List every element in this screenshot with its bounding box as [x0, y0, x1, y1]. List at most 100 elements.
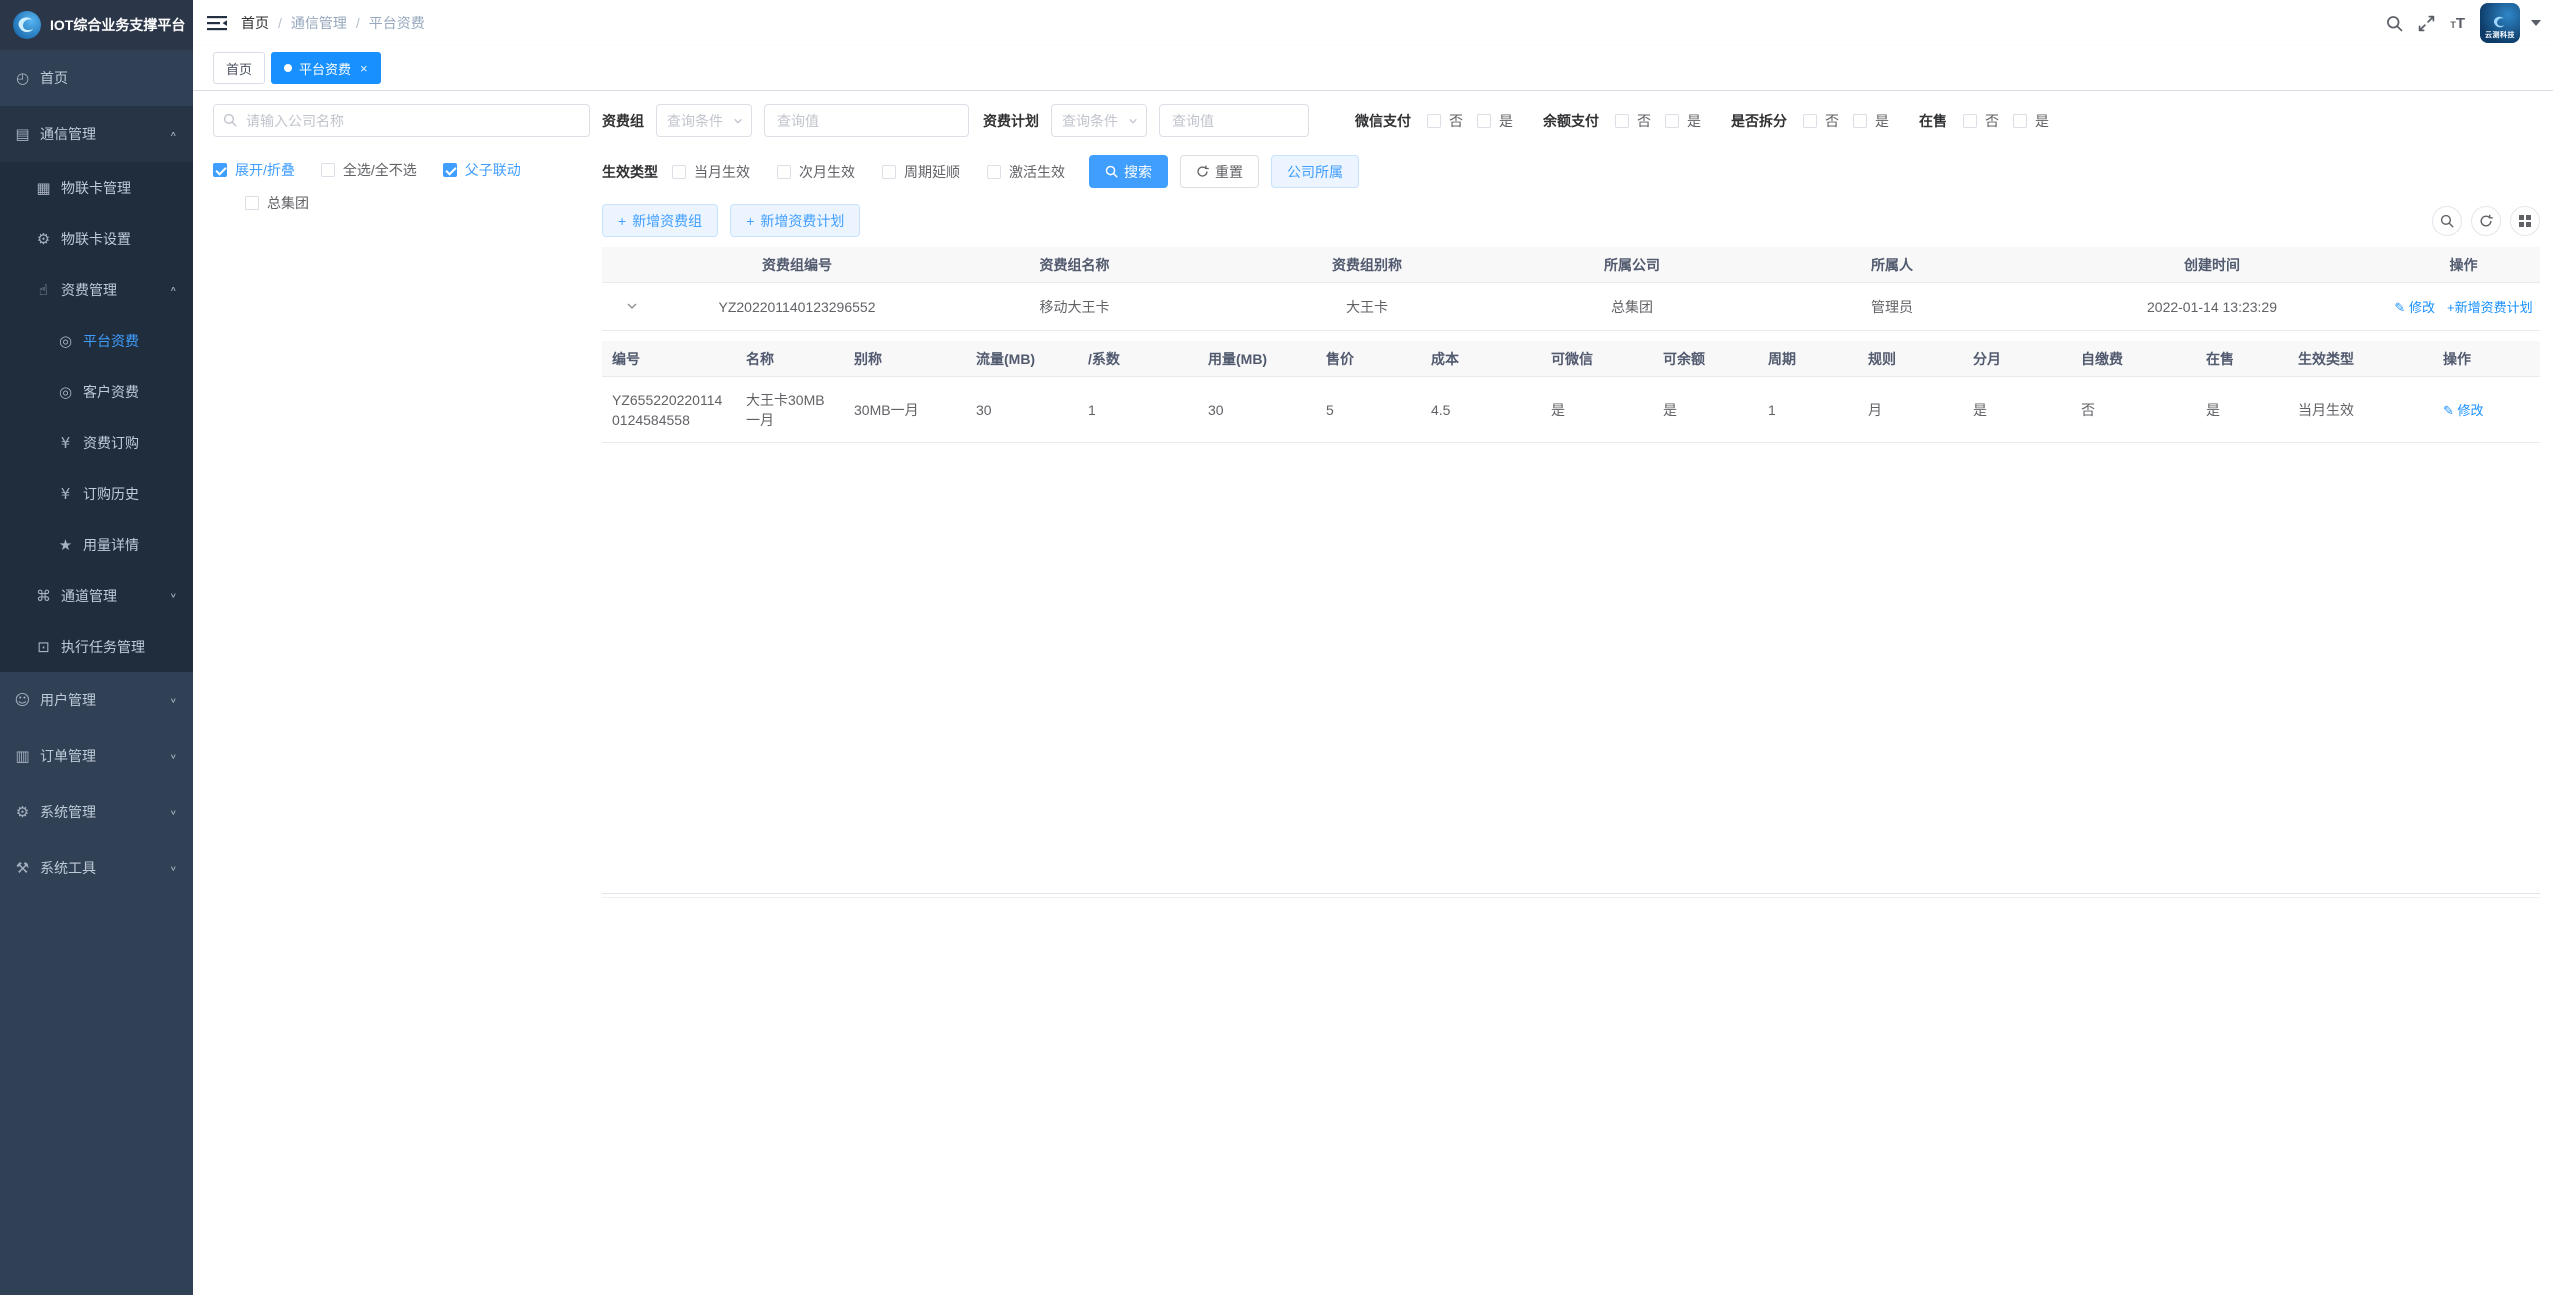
plus-icon: +	[618, 213, 626, 229]
company-search-input[interactable]	[213, 104, 590, 137]
fee-group-owner: 管理员	[1747, 297, 2037, 317]
tab-platform-tariff[interactable]: 平台资费 ×	[271, 52, 381, 84]
reset-button[interactable]: 重置	[1180, 155, 1259, 188]
sidebar-item-task-mgmt[interactable]: ⊡ 执行任务管理	[0, 621, 193, 672]
checkbox-checked-icon[interactable]	[443, 163, 457, 177]
breadcrumb: 首页 / 通信管理 / 平台资费	[241, 13, 425, 33]
fee-group-condition-select[interactable]: 查询条件	[656, 104, 752, 137]
toggle-expand-collapse[interactable]: 展开/折叠	[213, 160, 295, 180]
sidebar-item-usage-detail[interactable]: ★ 用量详情	[0, 519, 193, 570]
wechat-pay-no[interactable]: 否	[1427, 111, 1463, 131]
sidebar-item-tariff-mgmt[interactable]: ☝ 资费管理 ∧	[0, 264, 193, 315]
split-no[interactable]: 否	[1803, 111, 1839, 131]
checkbox-checked-icon[interactable]	[213, 163, 227, 177]
on-sale-yes[interactable]: 是	[2013, 111, 2049, 131]
active-dot-icon	[284, 64, 292, 72]
checkbox-icon[interactable]	[777, 165, 791, 179]
column-settings-button[interactable]	[2510, 206, 2540, 236]
sidebar-item-label: 平台资费	[83, 331, 139, 351]
effect-current-month[interactable]: 当月生效	[672, 162, 750, 182]
add-plan-link[interactable]: +新增资费计划	[2447, 297, 2533, 316]
checkbox-icon[interactable]	[245, 196, 259, 210]
sidebar-item-platform-tariff[interactable]: ◎ 平台资费	[0, 315, 193, 366]
checkbox-icon[interactable]	[1477, 114, 1491, 128]
tab-home[interactable]: 首页	[213, 52, 265, 84]
plan-alias: 30MB一月	[844, 400, 966, 420]
search-icon[interactable]	[2386, 15, 2403, 32]
checkbox-icon[interactable]	[987, 165, 1001, 179]
user-menu-caret-icon[interactable]	[2531, 20, 2541, 26]
split-filter: 是否拆分 否 是	[1731, 111, 1889, 131]
search-icon	[223, 113, 237, 130]
company-belong-button[interactable]: 公司所属	[1271, 155, 1359, 188]
checkbox-icon[interactable]	[672, 165, 686, 179]
wechat-pay-yes[interactable]: 是	[1477, 111, 1513, 131]
row-expand-icon[interactable]	[626, 300, 638, 312]
toggle-select-all[interactable]: 全选/全不选	[321, 160, 417, 180]
balance-pay-yes[interactable]: 是	[1665, 111, 1701, 131]
sidebar-item-iot-card-settings[interactable]: ⚙ 物联卡设置	[0, 213, 193, 264]
edit-icon: ✎	[2443, 403, 2454, 418]
fee-plan-condition-select[interactable]: 查询条件	[1051, 104, 1147, 137]
sidebar-item-channel-mgmt[interactable]: ⌘ 通道管理 ∨	[0, 570, 193, 621]
checkbox-icon[interactable]	[1853, 114, 1867, 128]
sitemap-icon: ⌘	[35, 587, 52, 605]
checkbox-icon[interactable]	[882, 165, 896, 179]
checkbox-icon[interactable]	[1963, 114, 1977, 128]
sidebar-item-iot-card-mgmt[interactable]: ▦ 物联卡管理	[0, 162, 193, 213]
effect-cycle-extend[interactable]: 周期延顺	[882, 162, 960, 182]
edit-link[interactable]: ✎ 修改	[2394, 297, 2435, 316]
edit-link[interactable]: ✎ 修改	[2443, 403, 2484, 418]
avatar[interactable]: 云测科技	[2480, 3, 2520, 43]
plan-cycle: 1	[1758, 402, 1858, 418]
breadcrumb-home[interactable]: 首页	[241, 13, 269, 33]
toolbox-icon: ⚒	[14, 859, 31, 877]
split-yes[interactable]: 是	[1853, 111, 1889, 131]
show-search-toggle-button[interactable]	[2432, 206, 2462, 236]
toggle-parent-child-link[interactable]: 父子联动	[443, 160, 521, 180]
balance-pay-no[interactable]: 否	[1615, 111, 1651, 131]
effect-on-activate[interactable]: 激活生效	[987, 162, 1065, 182]
tree-node-root[interactable]: 总集团	[213, 193, 590, 213]
sidebar-item-label: 系统管理	[40, 802, 96, 822]
checkbox-icon[interactable]	[1803, 114, 1817, 128]
add-fee-group-button[interactable]: + 新增资费组	[602, 204, 718, 237]
checkbox-icon[interactable]	[1665, 114, 1679, 128]
fee-plan-value-input[interactable]	[1159, 104, 1309, 137]
fee-group-value-input[interactable]	[764, 104, 969, 137]
sidebar-item-tariff-order[interactable]: ¥ 资费订购	[0, 417, 193, 468]
sidebar-item-order-history[interactable]: ¥ 订购历史	[0, 468, 193, 519]
chevron-down-icon	[1128, 113, 1138, 129]
sidebar-submenu-comm: ▦ 物联卡管理 ⚙ 物联卡设置 ☝ 资费管理 ∧ ◎ 平台资费 ◎ 客户资费 ¥	[0, 162, 193, 672]
chevron-down-icon: ∨	[170, 864, 177, 872]
sidebar-item-system-mgmt[interactable]: ⚙ 系统管理 ∨	[0, 784, 193, 840]
sidebar-item-label: 物联卡设置	[61, 229, 131, 249]
sidebar-item-order-mgmt[interactable]: ▥ 订单管理 ∨	[0, 728, 193, 784]
sidebar-item-customer-tariff[interactable]: ◎ 客户资费	[0, 366, 193, 417]
fullscreen-icon[interactable]	[2418, 15, 2435, 32]
refresh-table-button[interactable]	[2471, 206, 2501, 236]
checkbox-icon[interactable]	[2013, 114, 2027, 128]
sidebar-item-home[interactable]: ◴ 首页	[0, 50, 193, 106]
chevron-down-icon: ∨	[170, 696, 177, 704]
yen-icon: ¥	[57, 485, 74, 503]
effect-next-month[interactable]: 次月生效	[777, 162, 855, 182]
plan-cost: 4.5	[1421, 402, 1541, 418]
checkbox-icon[interactable]	[321, 163, 335, 177]
app-logo-bar: IOT综合业务支撑平台	[0, 0, 193, 50]
app-title: IOT综合业务支撑平台	[50, 15, 185, 35]
fee-group-alias: 大王卡	[1217, 297, 1517, 317]
sidebar-item-system-tools[interactable]: ⚒ 系统工具 ∨	[0, 840, 193, 896]
sidebar-collapse-icon[interactable]	[207, 15, 227, 31]
sidebar-item-user-mgmt[interactable]: ☺ 用户管理 ∨	[0, 672, 193, 728]
breadcrumb-comm-mgmt[interactable]: 通信管理	[291, 13, 347, 33]
close-icon[interactable]: ×	[360, 62, 368, 75]
fee-group-table-header: 资费组编号 资费组名称 资费组别称 所属公司 所属人 创建时间 操作	[602, 247, 2540, 283]
sidebar-item-comm-mgmt[interactable]: ▤ 通信管理 ∧	[0, 106, 193, 162]
on-sale-no[interactable]: 否	[1963, 111, 1999, 131]
search-button[interactable]: 搜索	[1089, 155, 1168, 188]
checkbox-icon[interactable]	[1615, 114, 1629, 128]
add-fee-plan-button[interactable]: + 新增资费计划	[730, 204, 860, 237]
checkbox-icon[interactable]	[1427, 114, 1441, 128]
font-size-icon[interactable]: TT	[2450, 15, 2465, 32]
